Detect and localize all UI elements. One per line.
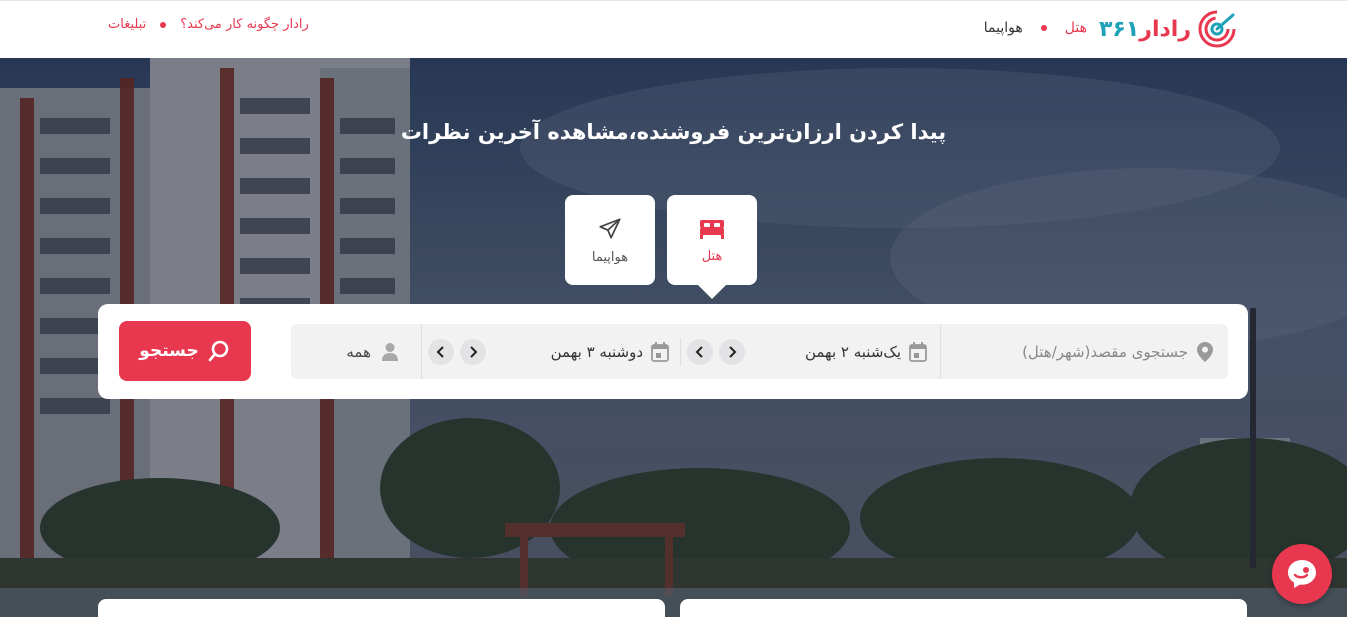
airplane-icon: [599, 217, 621, 239]
checkin-field[interactable]: یک‌شنبه ۲ بهمن: [681, 324, 939, 379]
search-fields: جستجوی مقصد(شهر/هتل) یک‌شنبه ۲ بهمن: [291, 324, 1228, 379]
location-pin-icon: [1197, 341, 1213, 362]
checkout-date: دوشنبه ۳ بهمن: [550, 342, 643, 361]
date-divider: [680, 338, 681, 366]
tab-flight[interactable]: هواپیما: [565, 195, 655, 285]
search-type-tabs: هواپیما هتل: [565, 195, 757, 299]
site-header: رادار۳۶۱ هتل هواپیما رادار چگونه کار می‌…: [0, 0, 1347, 58]
tab-hotel[interactable]: هتل: [667, 195, 757, 299]
how-it-works-link[interactable]: رادار چگونه کار می‌کند؟: [180, 17, 309, 32]
radar-logo-icon: [1198, 10, 1236, 48]
calendar-icon: [909, 341, 927, 362]
nav-flight-link[interactable]: هواپیما: [984, 20, 1023, 36]
search-button[interactable]: جستجو: [119, 321, 251, 381]
checkout-field[interactable]: دوشنبه ۳ بهمن: [421, 324, 681, 379]
bed-icon: [700, 219, 724, 239]
secondary-nav: رادار چگونه کار می‌کند؟ تبلیغات: [108, 17, 309, 32]
hero-headline: پیدا کردن ارزان‌ترین فروشنده،مشاهده آخری…: [400, 120, 947, 144]
chat-bubble-icon: [1288, 560, 1316, 588]
content-card: [680, 599, 1247, 617]
chevron-left-icon: [695, 345, 703, 358]
main-nav: هتل هواپیما: [984, 20, 1087, 36]
checkin-next-button[interactable]: [719, 338, 745, 365]
user-icon: [382, 342, 398, 361]
checkin-prev-button[interactable]: [687, 338, 713, 365]
checkout-prev-button[interactable]: [428, 338, 454, 365]
search-button-label: جستجو: [139, 341, 199, 361]
search-icon: [208, 340, 229, 362]
checkin-arrows: [687, 338, 745, 365]
logo-wordmark: رادار۳۶۱: [1099, 16, 1192, 42]
chat-button[interactable]: [1272, 544, 1332, 604]
tab-hotel-label: هتل: [701, 248, 723, 264]
guests-value: همه: [346, 342, 371, 361]
checkin-date: یک‌شنبه ۲ بهمن: [804, 342, 901, 361]
checkout-arrows: [428, 338, 486, 365]
logo[interactable]: رادار۳۶۱: [1099, 9, 1237, 49]
chevron-left-icon: [436, 345, 444, 358]
hero-section: پیدا کردن ارزان‌ترین فروشنده،مشاهده آخری…: [0, 58, 1347, 617]
chevron-right-icon: [470, 345, 478, 358]
ads-link[interactable]: تبلیغات: [108, 17, 146, 32]
content-card: [98, 599, 665, 617]
tab-flight-label: هواپیما: [591, 249, 629, 265]
calendar-icon: [651, 341, 669, 362]
chevron-right-icon: [729, 345, 737, 358]
checkout-next-button[interactable]: [460, 338, 486, 365]
destination-placeholder: جستجوی مقصد(شهر/هتل): [1022, 342, 1188, 361]
destination-field[interactable]: جستجوی مقصد(شهر/هتل): [940, 324, 1228, 379]
nav-dot: [160, 21, 167, 28]
nav-hotel-link[interactable]: هتل: [1065, 20, 1087, 36]
nav-dot: [1040, 25, 1047, 31]
search-panel: جستجو جستجوی مقصد(شهر/هتل) یک‌شنبه ۲ ب: [98, 304, 1248, 399]
guests-field[interactable]: همه: [291, 324, 421, 379]
